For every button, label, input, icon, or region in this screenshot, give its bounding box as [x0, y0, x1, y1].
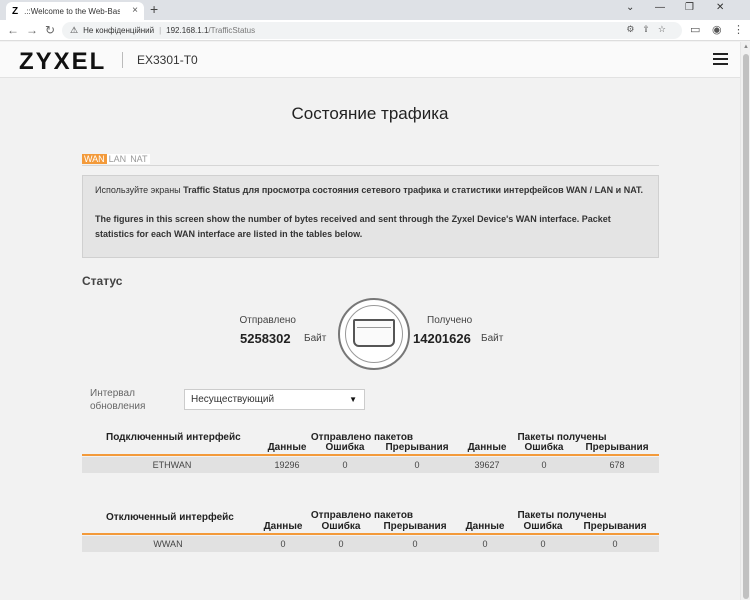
tab-nat[interactable]: NAT [128, 154, 150, 164]
info-bold-text: Traffic Status для просмотра состояния с… [183, 185, 644, 195]
address-separator: | [159, 26, 162, 35]
row-cell: 39627 [474, 460, 500, 470]
table-row: WWAN 0 0 0 0 0 0 [82, 536, 659, 552]
dropdown-arrow-icon: ▼ [349, 395, 357, 404]
tab-close-icon[interactable]: × [132, 5, 138, 16]
row-cell: 0 [342, 460, 348, 470]
sidebar-icon[interactable]: ▭ [690, 23, 700, 36]
row-cell: 0 [541, 460, 547, 470]
table-header-rule [82, 454, 659, 456]
col-header: Данные [467, 442, 507, 453]
tab-wan[interactable]: WAN [82, 154, 107, 164]
table-title: Подключенный интерфейс [106, 432, 241, 443]
vertical-scrollbar[interactable]: ▲ [740, 42, 750, 600]
hamburger-menu-icon[interactable] [713, 53, 728, 68]
info-prefix: Используйте экраны [95, 185, 184, 195]
sent-unit: Байт [304, 333, 327, 344]
browser-tab-bar: Z .::Welcome to the Web-Based Co × + ⌄ —… [0, 0, 750, 20]
col-header: Ошибка [321, 521, 361, 532]
row-cell: 0 [280, 539, 286, 549]
scroll-up-icon[interactable]: ▲ [743, 44, 749, 50]
sent-group-header: Отправлено пакетов [310, 510, 414, 521]
maximize-button[interactable]: ❐ [685, 2, 694, 13]
received-label: Получено [427, 315, 473, 326]
device-model: EX3301-T0 [137, 53, 198, 67]
zyxel-logo: ZYXEL [19, 48, 107, 75]
col-header: Ошибка [524, 442, 564, 453]
router-icon [338, 298, 410, 370]
close-window-button[interactable]: ✕ [716, 2, 724, 13]
col-header: Прерывания [585, 442, 649, 453]
url-path: /TrafficStatus [208, 26, 256, 35]
row-cell: 19296 [274, 460, 300, 470]
refresh-interval-select[interactable]: Несуществующий ▼ [184, 389, 365, 410]
row-interface-name: ETHWAN [152, 460, 192, 470]
address-bar-icons[interactable]: ⚙⇪☆ [626, 24, 674, 35]
row-interface-name: WWAN [153, 539, 183, 549]
tab-search-icon[interactable]: ⌄ [626, 2, 634, 13]
interface-tabs: WAN LAN NAT [82, 154, 150, 164]
tab-title: .::Welcome to the Web-Based Co [24, 6, 121, 16]
row-cell: 0 [338, 539, 344, 549]
app-header: ZYXEL EX3301-T0 [0, 42, 740, 78]
row-cell: 0 [414, 460, 420, 470]
row-cell: 0 [612, 539, 618, 549]
reload-icon[interactable]: ↻ [45, 23, 55, 37]
scrollbar-thumb[interactable] [743, 54, 749, 599]
table-title: Отключенный интерфейс [106, 512, 234, 523]
col-header: Данные [267, 442, 307, 453]
col-header: Данные [465, 521, 505, 532]
table-header-rule [82, 533, 659, 535]
col-header: Ошибка [325, 442, 365, 453]
forward-arrow-icon[interactable]: → [26, 23, 38, 37]
security-label: Не конфіденційний [83, 26, 155, 35]
tab-underline [82, 165, 659, 166]
recv-group-header: Пакеты получены [517, 510, 607, 521]
tab-lan[interactable]: LAN [106, 154, 129, 164]
table-row: ETHWAN 19296 0 0 39627 0 678 [82, 457, 659, 473]
page-title: Состояние трафика [291, 104, 449, 123]
info-box: Используйте экраны Traffic Status для пр… [82, 175, 659, 258]
refresh-interval-label: Интервал обновления [90, 388, 146, 412]
header-divider [122, 52, 123, 68]
refresh-interval-value: Несуществующий [191, 394, 275, 405]
address-bar[interactable]: ⚠ Не конфіденційний | 192.168.1.1/Traffi… [62, 22, 682, 39]
info-line-2: The figures in this screen show the numb… [95, 214, 611, 239]
profile-icon[interactable]: ◉ [712, 23, 722, 36]
row-cell: 0 [482, 539, 488, 549]
browser-toolbar: ← → ↻ ⚠ Не конфіденційний | 192.168.1.1/… [0, 20, 750, 41]
status-heading: Статус [82, 274, 123, 288]
row-cell: 0 [540, 539, 546, 549]
col-header: Данные [263, 521, 303, 532]
back-arrow-icon[interactable]: ← [7, 23, 19, 37]
col-header: Прерывания [583, 521, 647, 532]
browser-tab[interactable]: Z .::Welcome to the Web-Based Co × [6, 2, 144, 20]
warning-icon[interactable]: ⚠ [70, 25, 78, 36]
col-header: Ошибка [523, 521, 563, 532]
sent-label: Отправлено [239, 315, 296, 326]
row-cell: 678 [609, 460, 625, 470]
row-cell: 0 [412, 539, 418, 549]
browser-menu-icon[interactable]: ⋮ [733, 23, 744, 36]
col-header: Прерывания [385, 442, 449, 453]
received-value: 14201626 [413, 331, 471, 346]
router-device-icon [353, 319, 395, 347]
new-tab-button[interactable]: + [150, 1, 158, 17]
col-header: Прерывания [383, 521, 447, 532]
minimize-button[interactable]: — [655, 2, 665, 13]
zyxel-favicon-icon: Z [12, 5, 19, 17]
sent-value: 5258302 [240, 331, 291, 346]
received-unit: Байт [481, 333, 504, 344]
url-host: 192.168.1.1 [166, 26, 209, 35]
info-line-1: Используйте экраны Traffic Status для пр… [95, 183, 646, 198]
